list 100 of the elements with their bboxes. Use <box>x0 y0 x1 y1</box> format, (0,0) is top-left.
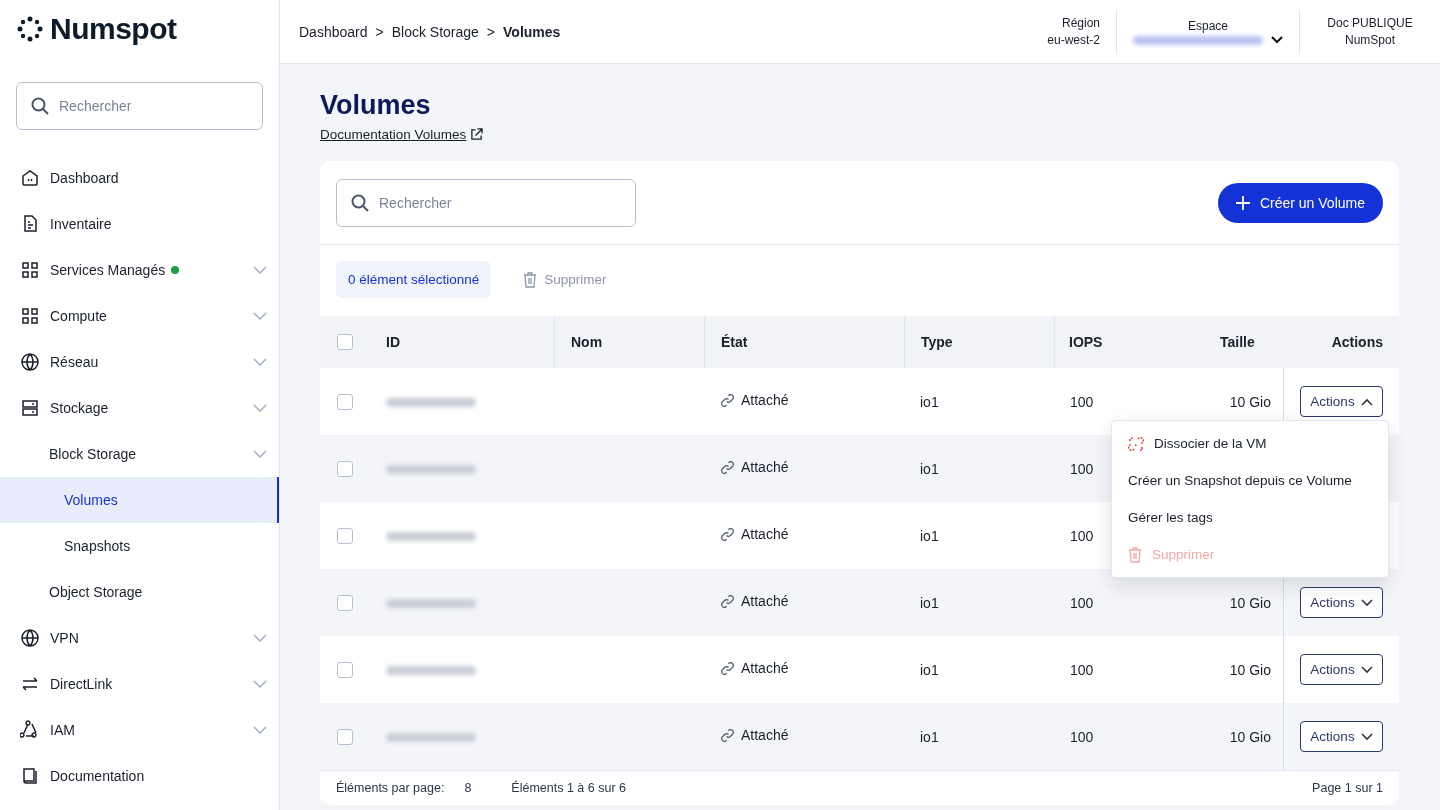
chevron-icon <box>253 680 267 688</box>
brand-name: Numspot <box>50 12 177 46</box>
link-icon <box>720 459 735 475</box>
menu-item[interactable]: Gérer les tags <box>1112 499 1388 536</box>
actions-button[interactable]: Actions <box>1300 386 1383 417</box>
chevron-icon <box>253 726 267 734</box>
page-title: Volumes <box>320 90 432 121</box>
doc-value: NumSpot <box>1345 33 1395 47</box>
search-field[interactable]: Rechercher <box>336 179 636 227</box>
nav-icon <box>20 306 40 326</box>
nav-item[interactable]: VPN <box>0 615 279 661</box>
menu-item[interactable]: Créer un Snapshot depuis ce Volume <box>1112 462 1388 499</box>
chevron-icon <box>253 404 267 412</box>
checkbox[interactable] <box>337 334 353 350</box>
column-header: Actions <box>1331 334 1383 350</box>
link-icon <box>720 727 735 743</box>
chevron-icon <box>1360 732 1373 741</box>
create-volume-button[interactable]: Créer un Volume <box>1217 183 1383 223</box>
nav-item[interactable]: Volumes <box>0 477 279 523</box>
checkbox[interactable] <box>337 460 353 477</box>
link-icon <box>720 392 735 408</box>
breadcrumb-separator: > <box>375 23 384 40</box>
trash-icon <box>1128 546 1142 563</box>
nav-item[interactable]: Stockage <box>0 385 279 431</box>
per-page-label: Éléments par page: <box>336 781 445 795</box>
nav-item[interactable]: Dashboard <box>0 155 279 201</box>
chevron-icon <box>253 634 267 642</box>
table-cell: io1 <box>920 527 939 544</box>
nav-item[interactable]: IAM <box>0 707 279 753</box>
nav-icon <box>20 398 40 418</box>
nav-item[interactable]: Services Managés <box>0 247 279 293</box>
column-header: ID <box>386 334 400 350</box>
search-icon <box>350 193 370 213</box>
table-cell: 100 <box>1070 527 1094 544</box>
actions-button[interactable]: Actions <box>1300 654 1383 685</box>
nav-icon <box>20 168 40 188</box>
table-cell: 10 Gio <box>1229 594 1271 611</box>
table-cell: 100 <box>1070 728 1094 745</box>
nav-item[interactable]: Documentation <box>0 753 279 799</box>
nav-item[interactable]: Block Storage <box>0 431 279 477</box>
broken-link-icon <box>1128 435 1144 452</box>
chevron-icon <box>253 358 267 366</box>
state-cell: Attaché <box>720 459 789 476</box>
region-value: eu-west-2 <box>1047 33 1100 47</box>
breadcrumb-link[interactable]: Dashboard <box>299 23 368 40</box>
page-text: Page 1 sur 1 <box>1312 781 1383 795</box>
chevron-icon <box>1360 665 1373 674</box>
nav-item[interactable]: Snapshots <box>0 523 279 569</box>
checkbox[interactable] <box>337 661 353 678</box>
nav-icon <box>20 260 40 280</box>
checkbox[interactable] <box>337 728 353 745</box>
nav-item[interactable]: Object Storage <box>0 569 279 615</box>
range-text: Éléments 1 à 6 sur 6 <box>511 781 626 795</box>
table-cell: 100 <box>1070 594 1094 611</box>
state-cell: Attaché <box>720 727 789 744</box>
state-cell: Attaché <box>720 593 789 610</box>
search-icon <box>30 96 50 116</box>
region-label: Région <box>1061 16 1100 30</box>
nav-item[interactable]: DirectLink <box>0 661 279 707</box>
nav-icon <box>20 628 40 648</box>
search-field[interactable]: Rechercher <box>16 82 263 130</box>
link-icon <box>720 526 735 542</box>
chevron-icon[interactable] <box>1271 36 1283 44</box>
table-cell: 10 Gio <box>1229 728 1271 745</box>
breadcrumb-link[interactable]: Block Storage <box>391 23 479 40</box>
nav-item[interactable]: Réseau <box>0 339 279 385</box>
doc-label: Doc PUBLIQUE <box>1327 16 1413 30</box>
nav-icon <box>20 352 40 372</box>
actions-button[interactable]: Actions <box>1300 587 1383 618</box>
table-cell: 10 Gio <box>1229 661 1271 678</box>
column-header: IOPS <box>1069 334 1103 350</box>
link-icon <box>720 660 735 676</box>
checkbox[interactable] <box>337 594 353 611</box>
menu-item[interactable]: Dissocier de la VM <box>1112 425 1388 462</box>
checkbox[interactable] <box>337 393 353 410</box>
table-cell: io1 <box>920 460 939 477</box>
column-header: Nom <box>571 334 603 350</box>
table-cell: io1 <box>920 393 939 410</box>
column-header: Taille <box>1220 334 1255 350</box>
documentation-link[interactable]: Documentation Volumes <box>320 127 484 142</box>
chevron-icon <box>253 266 267 274</box>
actions-button[interactable]: Actions <box>1300 721 1383 752</box>
table-cell: 100 <box>1070 393 1094 410</box>
column-header: État <box>721 334 748 350</box>
nav-item[interactable]: Inventaire <box>0 201 279 247</box>
table-cell: io1 <box>920 728 939 745</box>
state-cell: Attaché <box>720 392 789 409</box>
checkbox[interactable] <box>337 527 353 544</box>
chevron-icon <box>1360 397 1373 406</box>
trash-icon <box>523 271 538 288</box>
column-header: Type <box>921 334 953 350</box>
table-cell: io1 <box>920 661 939 678</box>
nav-icon <box>20 766 40 786</box>
per-page-select[interactable]: 8 <box>464 781 472 795</box>
breadcrumb-link[interactable]: Volumes <box>503 23 561 40</box>
external-link-icon <box>470 128 484 141</box>
chevron-icon <box>253 450 267 458</box>
table-cell: io1 <box>920 594 939 611</box>
breadcrumb-separator: > <box>486 23 496 40</box>
nav-item[interactable]: Compute <box>0 293 279 339</box>
